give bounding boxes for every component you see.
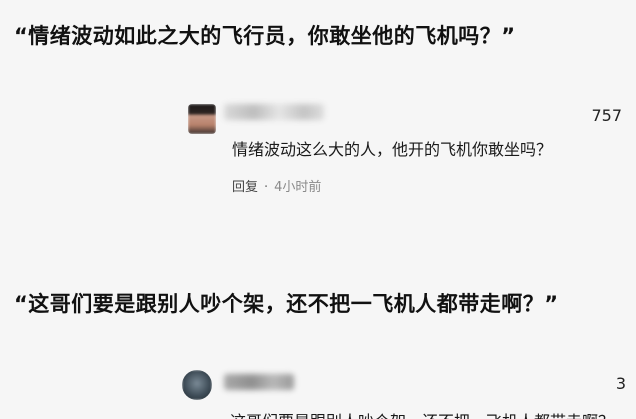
avatar-image bbox=[188, 104, 216, 134]
comment-meta: 回复 · 4小时前 bbox=[232, 176, 321, 195]
user-avatar-icon[interactable] bbox=[182, 370, 212, 400]
quote-headline-2: “这哥们要是跟别人吵个架，还不把一飞机人都带走啊？” bbox=[14, 292, 559, 316]
username-blurred[interactable] bbox=[224, 104, 324, 120]
username-blurred[interactable] bbox=[224, 374, 294, 390]
comment-text: 这哥们要是跟别人吵个架，还不把一飞机人都带走啊？ bbox=[230, 408, 614, 419]
comment-screenshot: “情绪波动如此之大的飞行员，你敢坐他的飞机吗？” 757 情绪波动这么大的人，他… bbox=[0, 0, 636, 419]
reply-button[interactable]: 回复 bbox=[232, 180, 258, 195]
comment-item-1: 757 情绪波动这么大的人，他开的飞机你敢坐吗？ 回复 · 4小时前 bbox=[184, 96, 630, 206]
like-count[interactable]: 3 bbox=[616, 374, 626, 393]
meta-separator: · bbox=[264, 180, 269, 195]
quote-headline-1: “情绪波动如此之大的飞行员，你敢坐他的飞机吗？” bbox=[14, 24, 516, 48]
user-avatar-icon[interactable] bbox=[188, 104, 216, 134]
comment-text: 情绪波动这么大的人，他开的飞机你敢坐吗？ bbox=[232, 140, 553, 159]
comment-item-2: 3 这哥们要是跟别人吵个架，还不把一飞机人都带走啊？ bbox=[178, 364, 636, 419]
avatar-image bbox=[182, 370, 212, 400]
like-count[interactable]: 757 bbox=[591, 106, 622, 125]
comment-timestamp: 4小时前 bbox=[274, 180, 322, 195]
